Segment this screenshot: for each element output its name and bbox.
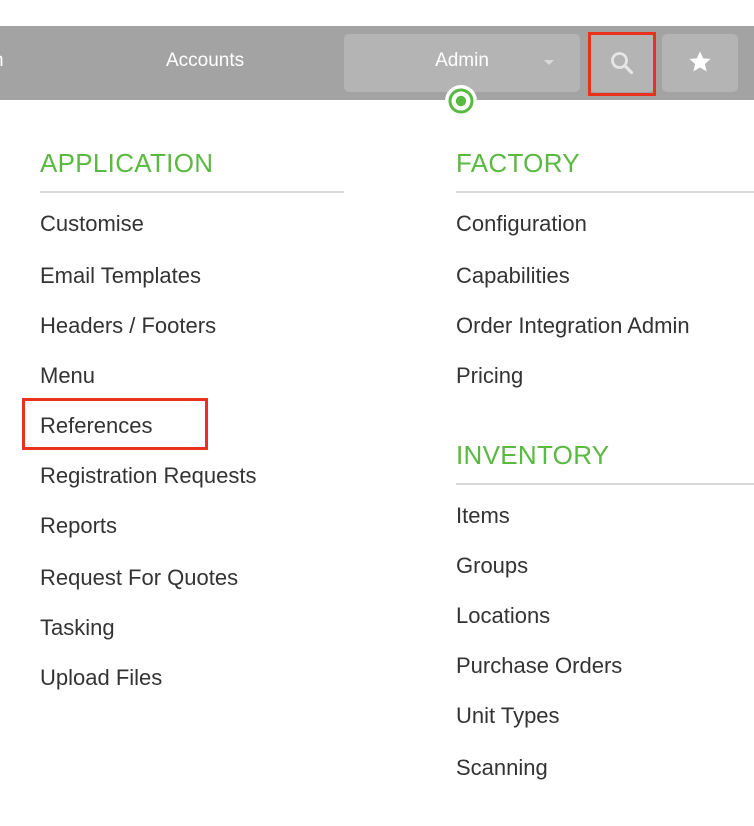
menu-item-email-templates[interactable]: Email Templates: [40, 263, 201, 289]
menu-item-customise[interactable]: Customise: [40, 211, 144, 237]
menu-item-menu[interactable]: Menu: [40, 363, 95, 389]
menu-item-groups[interactable]: Groups: [456, 553, 528, 579]
menu-item-references[interactable]: References: [40, 413, 153, 439]
search-button[interactable]: [590, 34, 654, 92]
menu-item-order-integration-admin[interactable]: Order Integration Admin: [456, 313, 690, 339]
menu-item-tasking[interactable]: Tasking: [40, 615, 115, 641]
active-menu-indicator-icon: [445, 85, 477, 117]
chevron-down-icon: [544, 60, 554, 65]
star-icon: [689, 51, 711, 72]
menu-item-pricing[interactable]: Pricing: [456, 363, 523, 389]
menu-item-unit-types[interactable]: Unit Types: [456, 703, 560, 729]
section-divider: [456, 191, 754, 193]
search-icon: [611, 52, 634, 75]
menu-item-registration-requests[interactable]: Registration Requests: [40, 463, 256, 489]
favorites-button[interactable]: [662, 34, 738, 92]
menu-item-locations[interactable]: Locations: [456, 603, 550, 629]
menu-item-scanning[interactable]: Scanning: [456, 755, 548, 781]
menu-item-configuration[interactable]: Configuration: [456, 211, 587, 237]
menu-item-headers-footers[interactable]: Headers / Footers: [40, 313, 216, 339]
menu-item-items[interactable]: Items: [456, 503, 510, 529]
menu-item-capabilities[interactable]: Capabilities: [456, 263, 570, 289]
nav-link-partial[interactable]: n: [0, 26, 4, 100]
menu-item-upload-files[interactable]: Upload Files: [40, 665, 162, 691]
section-divider: [456, 483, 754, 485]
menu-item-request-for-quotes[interactable]: Request For Quotes: [40, 565, 238, 591]
admin-menu-page: n Accounts Admin APPLICATION Customise E…: [0, 0, 754, 826]
section-divider: [40, 191, 344, 193]
nav-link-accounts[interactable]: Accounts: [166, 26, 244, 100]
top-nav-bar: n Accounts Admin: [0, 26, 754, 100]
menu-item-reports[interactable]: Reports: [40, 513, 117, 539]
menu-item-purchase-orders[interactable]: Purchase Orders: [456, 653, 622, 679]
section-title-inventory: INVENTORY: [456, 440, 610, 470]
section-title-application: APPLICATION: [40, 148, 214, 178]
section-title-factory: FACTORY: [456, 148, 580, 178]
